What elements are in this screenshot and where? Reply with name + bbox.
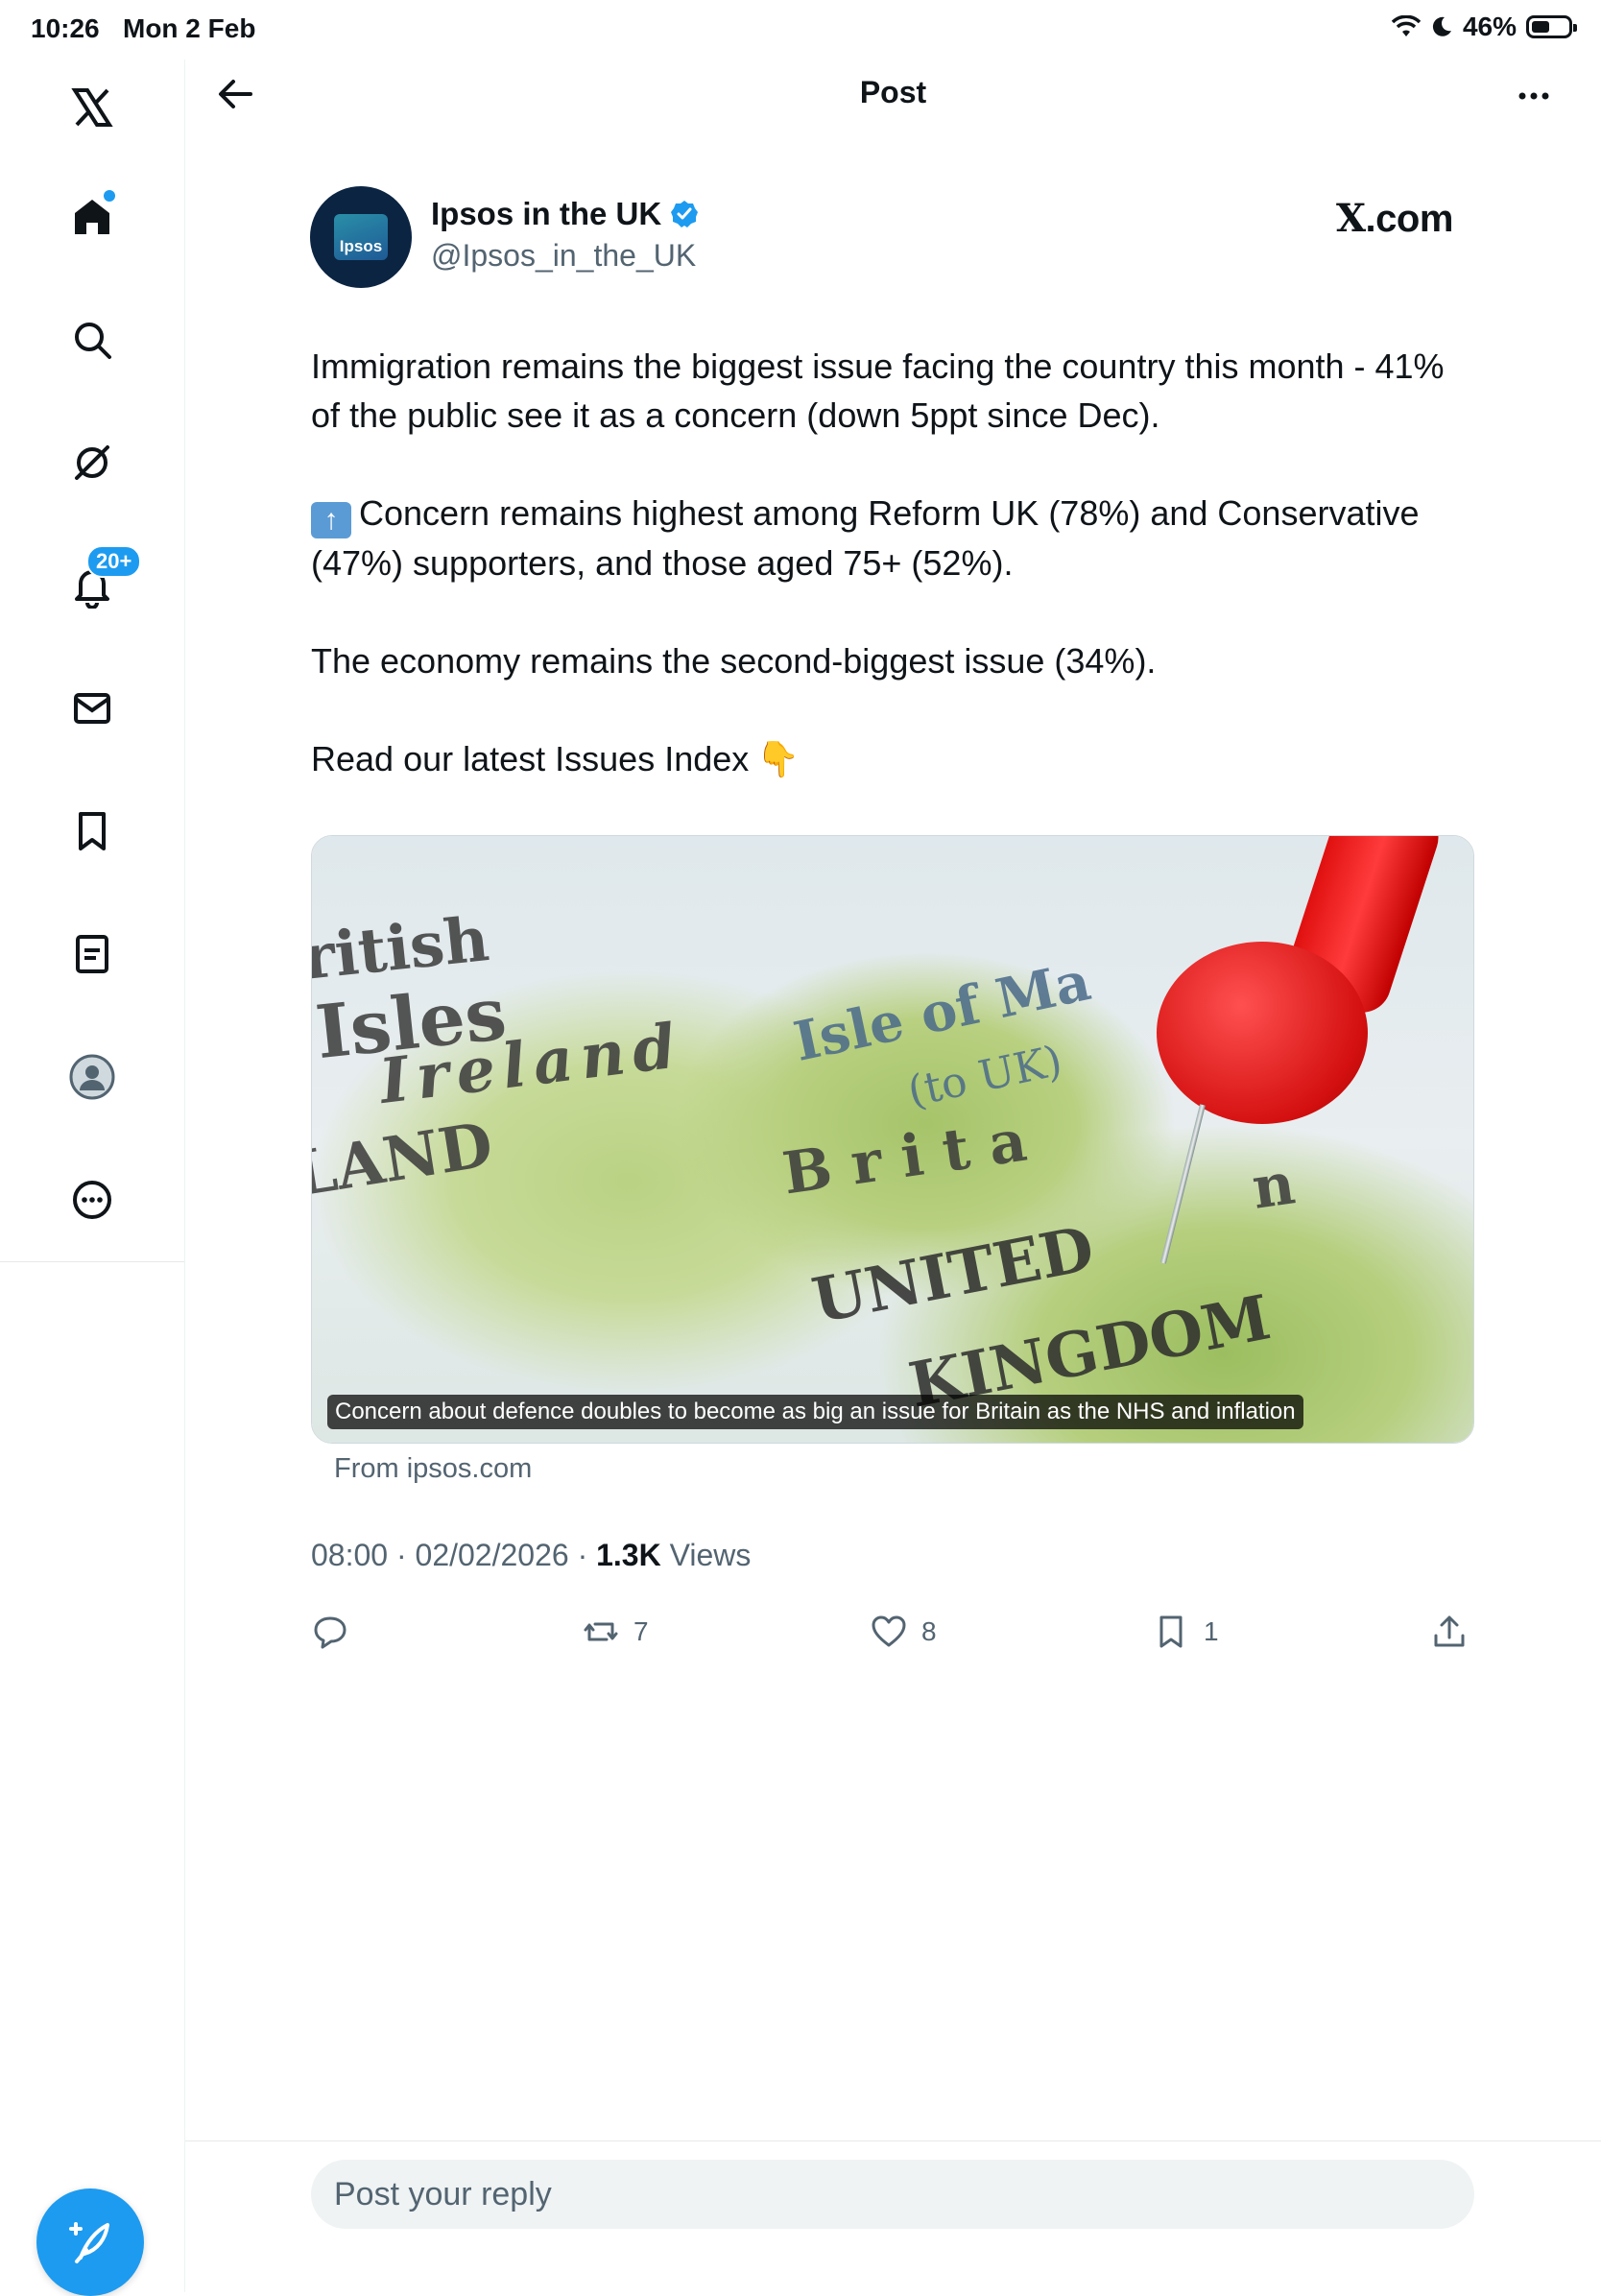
post-paragraph-2: Concern remains highest among Reform UK …: [311, 493, 1420, 583]
map-label: B r i t a: [778, 1107, 1031, 1208]
compose-feather-icon: [69, 2222, 109, 2263]
author-avatar[interactable]: Ipsos: [310, 186, 412, 288]
post-header: Post: [185, 60, 1601, 129]
xcom-suffix: .com: [1365, 198, 1454, 240]
bookmarks-icon[interactable]: [65, 804, 119, 858]
compose-post-button[interactable]: [36, 2188, 144, 2296]
views-count: 1.3K: [596, 1538, 661, 1572]
author-name: Ipsos in the UK: [431, 196, 662, 231]
share-icon: [1434, 1615, 1465, 1647]
bookmark-icon: [1159, 1615, 1183, 1648]
status-date: Mon 2 Feb: [123, 13, 256, 43]
map-image: ritish Isles Ireland Isle of Ma (to UK) …: [312, 836, 1473, 1443]
sidebar: 20+: [0, 60, 185, 2296]
status-bar: 10:26 Mon 2 Feb 46%: [0, 0, 1601, 60]
card-caption: Concern about defence doubles to become …: [327, 1395, 1303, 1429]
post-paragraph-3: The economy remains the second-biggest i…: [311, 641, 1157, 681]
notifications-icon[interactable]: 20+: [65, 545, 142, 612]
lists-icon[interactable]: [65, 927, 119, 981]
grok-icon[interactable]: [65, 436, 119, 490]
post-paragraph-4-row: Read our latest Issues Index 👇: [311, 734, 1482, 783]
post-paragraph-4: Read our latest Issues Index: [311, 739, 750, 778]
post-body: Immigration remains the biggest issue fa…: [311, 342, 1482, 832]
map-label: (to UK): [903, 1036, 1066, 1117]
like-count: 8: [921, 1616, 937, 1646]
sidebar-divider: [0, 1261, 184, 1262]
views-label: Views: [669, 1538, 752, 1572]
map-label: LAND: [311, 1109, 498, 1211]
map-label: n: [1248, 1150, 1300, 1223]
x-glyph: X: [1336, 196, 1366, 241]
more-horizontal-icon[interactable]: [1511, 73, 1557, 119]
card-source[interactable]: From ipsos.com: [334, 1453, 532, 1485]
share-button[interactable]: [1430, 1605, 1469, 1659]
pointing-down-emoji-icon: 👇: [756, 739, 800, 778]
post-date: 02/02/2026: [415, 1538, 569, 1572]
home-icon[interactable]: [65, 190, 119, 244]
post-time: 08:00: [311, 1538, 389, 1572]
wifi-icon: [1391, 15, 1421, 36]
notifications-badge: 20+: [86, 545, 142, 578]
post-actions: 7 8 1: [311, 1605, 1478, 1659]
author-name-row[interactable]: Ipsos in the UK: [431, 196, 700, 232]
heart-icon: [872, 1615, 906, 1647]
repost-count: 7: [633, 1616, 649, 1646]
battery-percent: 46%: [1462, 12, 1517, 41]
ipsos-logo: Ipsos: [334, 214, 388, 260]
pushpin-needle: [1159, 1104, 1206, 1264]
post-paragraph-2-row: ↑ Concern remains highest among Reform UK…: [311, 489, 1482, 587]
up-arrow-emoji-icon: ↑: [311, 502, 351, 538]
search-icon[interactable]: [65, 313, 119, 367]
repost-button[interactable]: 7: [582, 1605, 649, 1659]
author-handle[interactable]: @Ipsos_in_the_UK: [431, 238, 696, 274]
xcom-label: X.com: [1336, 196, 1453, 241]
messages-icon[interactable]: [65, 682, 119, 735]
page-title: Post: [859, 75, 927, 109]
reply-icon: [314, 1616, 346, 1649]
post-paragraph-1: Immigration remains the biggest issue fa…: [311, 347, 1445, 435]
moon-icon: [1432, 16, 1451, 36]
battery-icon: [1526, 15, 1577, 38]
pushpin-head: [1157, 942, 1368, 1124]
bookmark-button[interactable]: 1: [1152, 1605, 1219, 1659]
status-time: 10:26: [31, 13, 100, 43]
verified-badge-icon: [671, 201, 699, 227]
repost-icon: [584, 1622, 618, 1641]
map-label: UNITED: [806, 1212, 1100, 1338]
x-logo-icon[interactable]: [65, 81, 119, 134]
reply-button[interactable]: [311, 1605, 363, 1659]
reply-input[interactable]: Post your reply: [311, 2160, 1474, 2229]
status-right: 46%: [1391, 12, 1577, 42]
bookmark-count: 1: [1204, 1616, 1219, 1646]
more-options-icon[interactable]: [65, 1173, 119, 1227]
post-meta: 08:00 · 02/02/2026 · 1.3K Views: [311, 1538, 752, 1572]
home-unread-dot: [104, 190, 115, 202]
link-card[interactable]: ritish Isles Ireland Isle of Ma (to UK) …: [311, 835, 1474, 1444]
like-button[interactable]: 8: [870, 1605, 937, 1659]
profile-avatar-icon[interactable]: [65, 1050, 119, 1104]
